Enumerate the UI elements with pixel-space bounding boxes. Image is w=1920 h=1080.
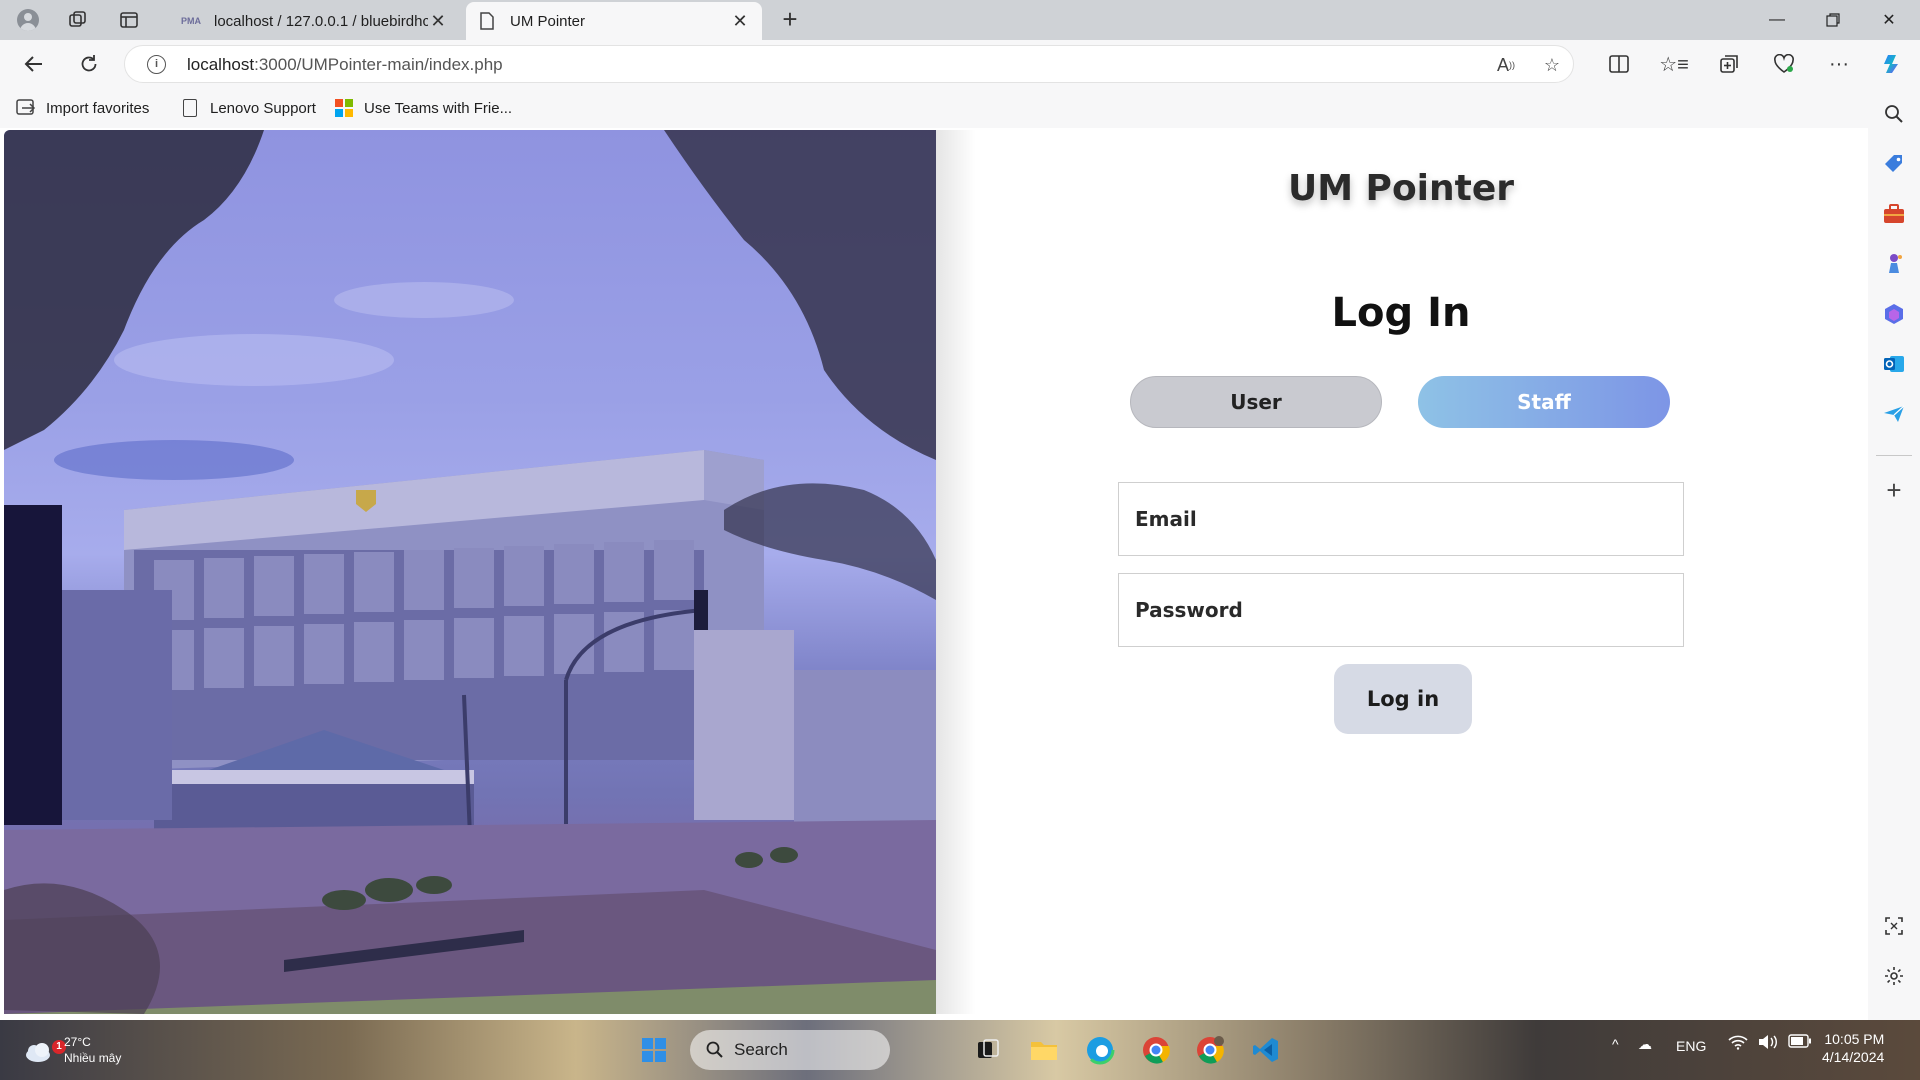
- tray-chevron-icon[interactable]: ^: [1612, 1036, 1619, 1052]
- chrome-profile-icon: [1197, 1036, 1224, 1064]
- tools-briefcase-icon[interactable]: [1878, 198, 1910, 230]
- network-cloud-icon[interactable]: ☁: [1638, 1036, 1652, 1053]
- outlook-icon[interactable]: [1878, 348, 1910, 380]
- heart-pulse-icon: [1774, 54, 1794, 73]
- favorite-teams[interactable]: Use Teams with Frie...: [334, 96, 512, 120]
- new-tab-button[interactable]: +: [774, 4, 806, 36]
- favorites-button[interactable]: ☆≡: [1657, 48, 1691, 80]
- split-screen-button[interactable]: [1602, 48, 1636, 80]
- address-bar[interactable]: i localhost:3000/UMPointer-main/index.ph…: [124, 45, 1574, 83]
- task-view-icon: [978, 1039, 999, 1058]
- cloud-weather-icon: [26, 1043, 50, 1062]
- phpmyadmin-icon: PMA: [181, 16, 201, 26]
- workspaces-button[interactable]: [62, 4, 94, 36]
- minimize-button[interactable]: —: [1749, 0, 1805, 40]
- favorites-icon: ☆≡: [1659, 53, 1689, 76]
- login-panel: UM Pointer Log In User Staff Email Passw…: [936, 130, 1866, 1014]
- favorite-import[interactable]: Import favorites: [16, 96, 149, 120]
- volume-icon[interactable]: [1758, 1034, 1778, 1053]
- login-heading: Log In: [1331, 290, 1471, 336]
- collections-icon: [1720, 55, 1738, 73]
- page-icon: [180, 98, 200, 118]
- more-icon: ···: [1829, 52, 1849, 75]
- browser-tab-strip: PMA localhost / 127.0.0.1 / bluebirdhc ✕…: [0, 0, 1920, 40]
- sidebar-settings-gear-icon[interactable]: [1878, 960, 1910, 992]
- weather-text: 27°C Nhiều mây: [64, 1035, 122, 1065]
- browser-essentials-button[interactable]: [1767, 48, 1801, 80]
- wifi-icon[interactable]: [1728, 1034, 1748, 1053]
- microsoft-365-icon[interactable]: [1878, 298, 1910, 330]
- campus-building-photo: [4, 130, 936, 1014]
- chrome-icon: [1143, 1037, 1170, 1064]
- edge-browser-icon: [1085, 1035, 1115, 1065]
- windows-logo-icon: [642, 1038, 666, 1062]
- favorite-lenovo-support[interactable]: Lenovo Support: [180, 96, 316, 120]
- brand-title: UM Pointer: [1287, 168, 1515, 209]
- taskbar-clock[interactable]: 10:05 PM 4/14/2024: [1822, 1030, 1884, 1066]
- email-field[interactable]: Email: [1118, 482, 1684, 556]
- folder-icon: [1031, 1042, 1057, 1060]
- close-tab-icon[interactable]: ✕: [730, 11, 750, 32]
- start-button[interactable]: [634, 1030, 674, 1070]
- favorites-bar: Import favorites Lenovo Support Use Team…: [0, 88, 1920, 128]
- weather-widget[interactable]: 1 27°C Nhiều mây: [12, 1030, 132, 1070]
- back-arrow-icon: [24, 56, 42, 72]
- collections-button[interactable]: [1712, 48, 1746, 80]
- vertical-tabs-button[interactable]: [113, 4, 145, 36]
- tab-phpmyadmin[interactable]: PMA localhost / 127.0.0.1 / bluebirdhc ✕: [170, 2, 460, 40]
- read-aloud-icon[interactable]: A)): [1493, 52, 1519, 78]
- chrome-profile-taskbar-button[interactable]: [1190, 1030, 1230, 1070]
- search-icon[interactable]: [1878, 98, 1910, 130]
- page-viewport: UM Pointer Log In User Staff Email Passw…: [4, 130, 1866, 1014]
- vscode-taskbar-button[interactable]: [1246, 1030, 1286, 1070]
- sidebar-divider: [1876, 455, 1912, 456]
- refresh-icon: [81, 55, 97, 72]
- shopping-tag-icon[interactable]: [1878, 148, 1910, 180]
- import-icon: [16, 98, 36, 118]
- login-submit-button[interactable]: Log in: [1334, 664, 1472, 734]
- microsoft-icon: [334, 98, 354, 118]
- copilot-icon: [1884, 55, 1898, 73]
- add-sidebar-app-icon[interactable]: +: [1878, 474, 1910, 506]
- tab-title: localhost / 127.0.0.1 / bluebirdhc: [214, 12, 428, 30]
- page-icon: [478, 12, 496, 30]
- tab-title: UM Pointer: [510, 12, 586, 30]
- workspaces-icon: [69, 11, 86, 27]
- refresh-button[interactable]: [73, 48, 105, 80]
- building-image: [4, 130, 936, 1014]
- send-telegram-icon[interactable]: [1878, 398, 1910, 430]
- user-role-button[interactable]: User: [1130, 376, 1382, 428]
- back-button[interactable]: [18, 48, 50, 80]
- taskbar-search[interactable]: Search: [690, 1030, 890, 1070]
- restore-button[interactable]: [1805, 0, 1861, 40]
- navigation-bar: i localhost:3000/UMPointer-main/index.ph…: [0, 40, 1920, 88]
- profile-icon: [17, 9, 39, 31]
- vscode-icon: [1253, 1038, 1278, 1062]
- tab-actions-icon: [120, 12, 138, 28]
- url-text[interactable]: localhost:3000/UMPointer-main/index.php: [187, 55, 503, 75]
- staff-role-button[interactable]: Staff: [1418, 376, 1670, 428]
- profile-button[interactable]: [12, 4, 44, 36]
- settings-more-button[interactable]: ···: [1822, 48, 1856, 80]
- edge-taskbar-button[interactable]: [1080, 1030, 1120, 1070]
- password-field[interactable]: Password: [1118, 573, 1684, 647]
- language-indicator[interactable]: ENG: [1676, 1038, 1706, 1054]
- screenshot-icon[interactable]: [1878, 910, 1910, 942]
- windows-taskbar: 1 27°C Nhiều mây Search ^ ☁ ENG 10:05 PM…: [0, 1020, 1920, 1080]
- edge-sidebar: +: [1868, 88, 1920, 1020]
- close-tab-icon[interactable]: ✕: [428, 11, 448, 32]
- task-view-button[interactable]: [968, 1030, 1008, 1070]
- battery-icon[interactable]: [1788, 1034, 1812, 1051]
- file-explorer-button[interactable]: [1024, 1030, 1064, 1070]
- games-chess-icon[interactable]: [1878, 248, 1910, 280]
- chrome-taskbar-button[interactable]: [1136, 1030, 1176, 1070]
- split-screen-icon: [1609, 55, 1629, 73]
- favorite-star-icon[interactable]: ☆: [1539, 52, 1565, 78]
- tab-um-pointer[interactable]: UM Pointer ✕: [466, 2, 762, 40]
- site-info-icon[interactable]: i: [147, 55, 166, 74]
- search-icon: [706, 1041, 723, 1058]
- restore-icon: [1826, 13, 1840, 27]
- copilot-button[interactable]: [1876, 48, 1910, 80]
- close-window-button[interactable]: ✕: [1861, 0, 1917, 40]
